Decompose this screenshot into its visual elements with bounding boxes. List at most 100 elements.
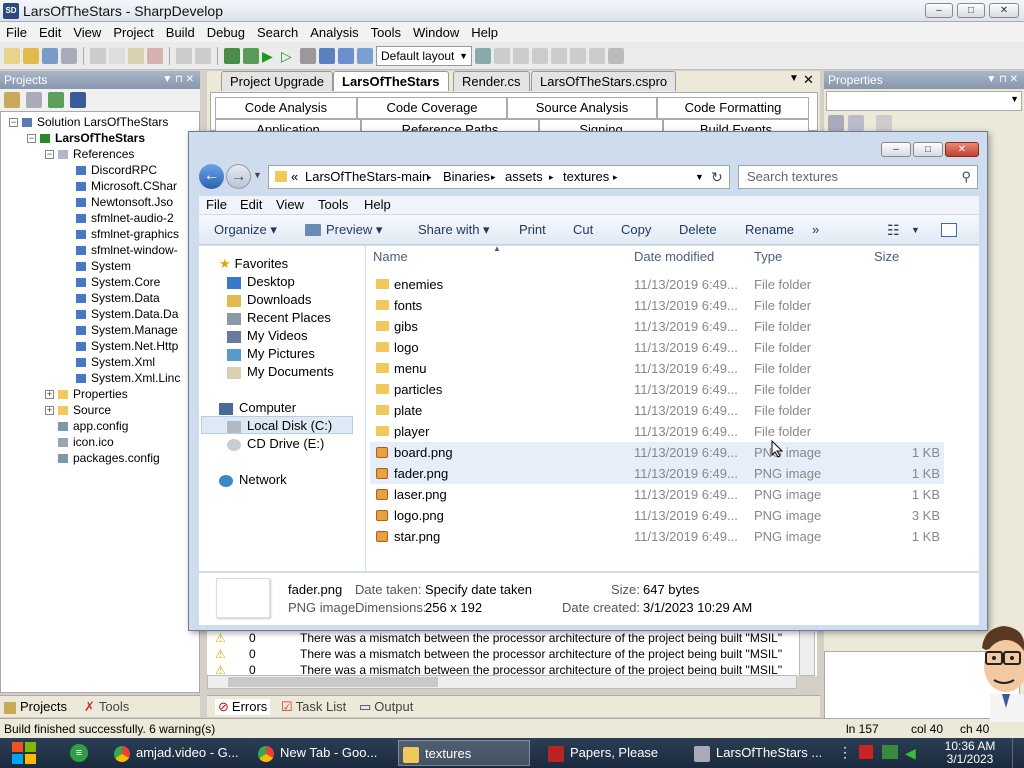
panel-pin-icon[interactable]: ▼ ⊓ ✕ bbox=[986, 71, 1018, 89]
tab-render-cs[interactable]: Render.cs bbox=[453, 71, 530, 91]
run-icon[interactable]: ▶ bbox=[262, 48, 278, 64]
menu-help[interactable]: Help bbox=[465, 25, 504, 40]
breadcrumb-overflow[interactable]: « bbox=[291, 166, 298, 188]
tree-item[interactable]: + Properties bbox=[45, 386, 128, 402]
menu-edit[interactable]: Edit bbox=[33, 25, 67, 40]
nav-favorites[interactable]: ★ Favorites bbox=[219, 256, 288, 272]
step-into-icon[interactable] bbox=[338, 47, 354, 64]
explorer-menu-edit[interactable]: Edit bbox=[240, 197, 262, 212]
chat-app-icon[interactable]: ≡ bbox=[70, 744, 88, 762]
file-row[interactable]: logo.png 11/13/2019 6:49... PNG image 3 KB bbox=[370, 505, 944, 526]
file-row[interactable]: particles 11/13/2019 6:49... File folder bbox=[370, 379, 944, 400]
stop-icon[interactable] bbox=[300, 47, 316, 64]
file-row[interactable]: fader.png 11/13/2019 6:49... PNG image 1 KB bbox=[370, 463, 944, 484]
tree-item[interactable]: System.Xml.Linc bbox=[63, 370, 180, 386]
tab-list-arrow[interactable]: ▼ bbox=[789, 73, 799, 84]
monitor-icon[interactable] bbox=[882, 745, 898, 759]
organize-button[interactable]: Organize ▾ bbox=[214, 222, 277, 238]
step-over-icon[interactable] bbox=[319, 47, 335, 64]
menu-search[interactable]: Search bbox=[251, 25, 304, 40]
menu-file[interactable]: File bbox=[0, 25, 33, 40]
layout-icon[interactable] bbox=[475, 47, 491, 64]
maximize-button[interactable]: □ bbox=[957, 3, 985, 18]
taskbar-item-textures[interactable]: textures bbox=[398, 740, 530, 766]
nav-my-documents[interactable]: My Documents bbox=[227, 364, 334, 380]
tree-item[interactable]: sfmlnet-graphics bbox=[63, 226, 179, 242]
minimize-button[interactable]: – bbox=[925, 3, 953, 18]
file-row[interactable]: logo 11/13/2019 6:49... File folder bbox=[370, 337, 944, 358]
tree-item[interactable]: packages.config bbox=[45, 450, 160, 466]
panel-pin-icon[interactable]: ▼ ⊓ ✕ bbox=[162, 71, 194, 89]
volume-icon[interactable]: ◀ bbox=[905, 745, 916, 762]
search-icon[interactable] bbox=[608, 47, 624, 64]
tree-item[interactable]: + Source bbox=[45, 402, 111, 418]
tree-expander-icon[interactable]: − bbox=[27, 134, 36, 144]
back-button[interactable]: ← bbox=[199, 164, 224, 189]
forward-button[interactable]: → bbox=[226, 164, 251, 189]
menu-tools[interactable]: Tools bbox=[365, 25, 407, 40]
tab-code-formatting[interactable]: Code Formatting bbox=[657, 97, 809, 119]
tree-item[interactable]: icon.ico bbox=[45, 434, 114, 450]
breadcrumb-separator-icon[interactable]: ▸ bbox=[549, 166, 554, 188]
share-with-button[interactable]: Share with ▾ bbox=[418, 222, 490, 238]
bookmark-clear-icon[interactable] bbox=[589, 47, 605, 64]
taskbar-item-sharpdevelop[interactable]: LarsOfTheStars ... bbox=[690, 740, 826, 766]
error-list-vscrollbar[interactable] bbox=[799, 628, 815, 676]
tree-item[interactable]: − References bbox=[45, 146, 134, 162]
open-icon[interactable] bbox=[23, 47, 39, 64]
file-row[interactable]: star.png 11/13/2019 6:49... PNG image 1 KB bbox=[370, 526, 944, 547]
explorer-menu-tools[interactable]: Tools bbox=[318, 197, 348, 212]
tree-item[interactable]: System.Net.Http bbox=[63, 338, 178, 354]
refresh-icon[interactable]: ↻ bbox=[711, 166, 723, 188]
collapse-all-icon[interactable] bbox=[26, 92, 42, 108]
scrollbar-thumb[interactable] bbox=[228, 677, 438, 687]
address-bar[interactable]: « LarsOfTheStars-main ▸ Binaries ▸ asset… bbox=[268, 165, 730, 189]
close-button[interactable]: ✕ bbox=[989, 3, 1019, 18]
step-out-icon[interactable] bbox=[357, 47, 373, 64]
tree-item[interactable]: sfmlnet-audio-2 bbox=[63, 210, 174, 226]
file-row[interactable]: gibs 11/13/2019 6:49... File folder bbox=[370, 316, 944, 337]
new-file-icon[interactable] bbox=[4, 47, 20, 64]
indent-icon[interactable] bbox=[513, 47, 529, 64]
overflow-menu-icon[interactable]: ⋮ bbox=[838, 744, 852, 761]
menu-window[interactable]: Window bbox=[407, 25, 465, 40]
tab-project-upgrade[interactable]: Project Upgrade bbox=[221, 71, 333, 91]
close-tab-button[interactable]: ✕ bbox=[803, 72, 814, 88]
nav-downloads[interactable]: Downloads bbox=[227, 292, 311, 308]
properties-object-combo[interactable]: ▼ bbox=[826, 91, 1022, 111]
nav-desktop[interactable]: Desktop bbox=[227, 274, 295, 290]
breadcrumb-textures[interactable]: textures bbox=[563, 166, 609, 188]
tree-item[interactable]: System.Xml bbox=[63, 354, 155, 370]
file-row[interactable]: player 11/13/2019 6:49... File folder bbox=[370, 421, 944, 442]
error-description[interactable]: There was a mismatch between the process… bbox=[300, 631, 782, 645]
tab-code-coverage[interactable]: Code Coverage bbox=[357, 97, 507, 119]
clock[interactable]: 10:36 AM 3/1/2023 bbox=[938, 740, 1002, 766]
tree-expander-icon[interactable]: − bbox=[9, 118, 18, 128]
explorer-menu-file[interactable]: File bbox=[206, 197, 227, 212]
nav-local-disk[interactable]: Local Disk (C:) bbox=[227, 418, 332, 434]
file-row[interactable]: enemies 11/13/2019 6:49... File folder bbox=[370, 274, 944, 295]
breadcrumb-separator-icon[interactable]: ▸ bbox=[613, 166, 618, 188]
column-date-modified[interactable]: Date modified bbox=[634, 249, 714, 264]
explorer-maximize-button[interactable]: □ bbox=[913, 142, 943, 157]
print-button[interactable]: Print bbox=[519, 222, 546, 237]
nav-my-pictures[interactable]: My Pictures bbox=[227, 346, 315, 362]
rename-button[interactable]: Rename bbox=[745, 222, 794, 237]
menu-analysis[interactable]: Analysis bbox=[304, 25, 364, 40]
ide-title-bar[interactable]: SD LarsOfTheStars - SharpDevelop – □ ✕ bbox=[0, 0, 1024, 22]
nav-network[interactable]: Network bbox=[219, 472, 287, 488]
tree-item[interactable]: sfmlnet-window- bbox=[63, 242, 178, 258]
address-history-chevron-icon[interactable]: ▼ bbox=[695, 166, 704, 188]
error-list-hscrollbar[interactable] bbox=[207, 675, 797, 689]
delete-icon[interactable] bbox=[147, 47, 163, 64]
tab-larsofthestars[interactable]: LarsOfTheStars bbox=[333, 71, 449, 91]
find-icon[interactable] bbox=[494, 47, 510, 64]
show-desktop-button[interactable] bbox=[1012, 738, 1024, 768]
tree-item[interactable]: System.Core bbox=[63, 274, 160, 290]
save-icon[interactable] bbox=[42, 47, 58, 64]
tree-expander-icon[interactable]: + bbox=[45, 390, 54, 400]
column-size[interactable]: Size bbox=[874, 249, 899, 264]
refresh-icon[interactable] bbox=[48, 92, 64, 108]
menu-debug[interactable]: Debug bbox=[201, 25, 251, 40]
recent-pages-chevron-icon[interactable]: ▼ bbox=[253, 170, 262, 180]
